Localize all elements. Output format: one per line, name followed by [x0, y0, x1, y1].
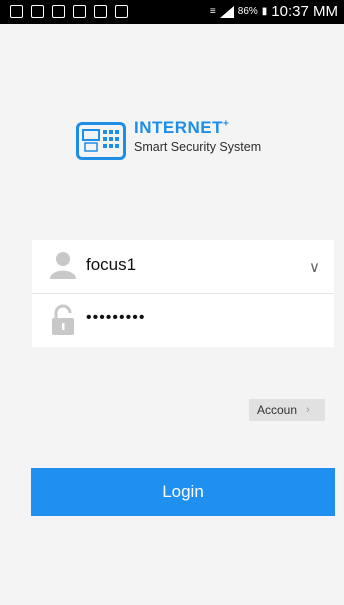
account-button-label: Accoun — [257, 403, 298, 417]
android-icon — [115, 5, 128, 18]
battery-percent: 86% — [237, 6, 258, 17]
status-bar: ≡ 86% ▮ 10:37 MM — [0, 0, 344, 24]
security-keypad-icon — [76, 118, 126, 160]
camera-icon — [94, 5, 107, 18]
chevron-right-icon: › — [306, 404, 310, 416]
wifi-icon: ≡ — [209, 6, 216, 17]
user-icon — [50, 252, 76, 279]
login-button[interactable]: Login — [31, 468, 335, 516]
signal-icon — [219, 5, 234, 18]
clock: 10:37 MM — [271, 3, 338, 20]
battery-icon: ▮ — [261, 6, 268, 17]
phone-icon — [73, 5, 86, 18]
username-value[interactable]: focus1 — [86, 255, 136, 275]
account-button[interactable]: Accoun › — [249, 399, 325, 421]
logo-subtitle: Smart Security System — [134, 140, 262, 154]
login-form: focus1 ∨ ••••••••• — [32, 240, 334, 347]
logo-title: INTERNET+ — [134, 118, 230, 137]
gallery-icon — [31, 5, 44, 18]
lock-icon — [52, 304, 74, 335]
notification-icons — [10, 5, 128, 18]
username-field[interactable]: focus1 ∨ — [32, 240, 334, 294]
app-logo: INTERNET+ Smart Security System — [76, 112, 306, 167]
password-field[interactable]: ••••••••• — [32, 294, 334, 347]
mail-icon — [52, 5, 65, 18]
chevron-down-icon[interactable]: ∨ — [309, 258, 320, 276]
system-icons: ≡ 86% ▮ 10:37 MM — [210, 3, 338, 20]
facebook-icon — [10, 5, 23, 18]
password-value[interactable]: ••••••••• — [86, 309, 145, 327]
